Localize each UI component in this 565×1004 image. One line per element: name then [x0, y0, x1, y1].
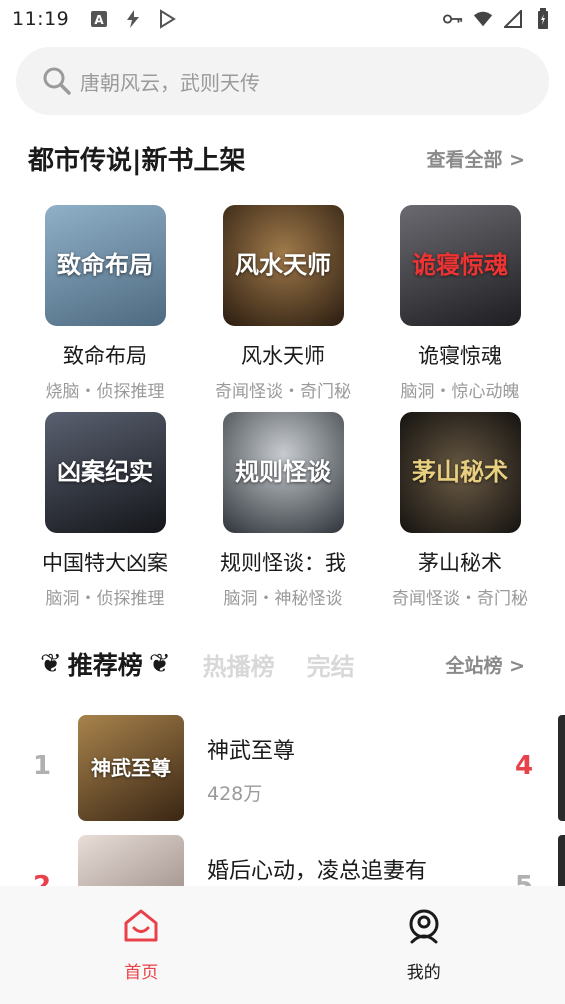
nav-home[interactable]: 首页	[0, 886, 283, 1004]
book-tags: 脑洞・惊心动魄	[400, 382, 520, 402]
cover-title: 茅山秘术	[412, 458, 508, 487]
key-icon	[443, 9, 463, 29]
rank-cover-side[interactable]	[558, 715, 565, 821]
book-title[interactable]: 致命布局	[16, 340, 194, 370]
svg-text:A: A	[95, 13, 105, 27]
book-title[interactable]: 诡寝惊魂	[371, 340, 549, 370]
book-cover[interactable]: 致命布局	[44, 205, 166, 326]
book-title[interactable]: 风水天师	[194, 340, 372, 370]
tab-recommended[interactable]: 推荐榜	[68, 646, 143, 682]
book-title[interactable]: 茅山秘术	[371, 547, 549, 577]
book-title[interactable]: 中国特大凶案	[16, 547, 194, 577]
book-cover[interactable]: 风水天师	[222, 205, 344, 326]
all-rankings-link[interactable]: 全站榜 >	[445, 651, 525, 678]
book-cover[interactable]: 诡寝惊魂	[399, 205, 521, 326]
search-icon	[42, 66, 72, 96]
rank-item[interactable]: 1 神武至尊 神武至尊 428万 4	[0, 715, 565, 821]
rank-count: 428万	[207, 783, 263, 805]
tab-hot[interactable]: 热播榜	[203, 647, 275, 682]
book-card[interactable]: 茅山秘术 茅山秘术 奇闻怪谈・奇门秘	[371, 412, 549, 609]
rank-number-side: 4	[514, 751, 534, 781]
battery-icon	[533, 8, 553, 29]
book-card[interactable]: 凶案纪实 中国特大凶案 脑洞・侦探推理	[16, 412, 194, 609]
cover-title: 神武至尊	[91, 756, 171, 780]
section-header: 都市传说|新书上架 查看全部 >	[28, 138, 525, 178]
book-tags: 脑洞・侦探推理	[45, 589, 165, 609]
search-placeholder: 唐朝风云，武则天传	[80, 70, 260, 95]
status-time: 11:19	[12, 8, 70, 30]
book-tags: 奇闻怪谈・奇门秘	[215, 382, 351, 402]
book-cover[interactable]: 茅山秘术	[399, 412, 521, 533]
book-tags: 奇闻怪谈・奇门秘	[392, 589, 528, 609]
ranking-header: ❦ 推荐榜 ❦ 热播榜 完结 全站榜 >	[40, 640, 525, 688]
rank-title[interactable]: 婚后心动，凌总追妻有	[207, 853, 427, 885]
wifi-icon	[473, 9, 493, 29]
view-all-link[interactable]: 查看全部 >	[426, 145, 525, 172]
signal-icon	[503, 9, 523, 29]
profile-icon	[404, 906, 444, 946]
rank-title[interactable]: 神武至尊	[207, 733, 295, 765]
tab-finished[interactable]: 完结	[307, 647, 355, 682]
section-title: 都市传说|新书上架	[28, 145, 246, 176]
book-tags: 烧脑・侦探推理	[45, 382, 165, 402]
laurel-left-icon: ❦	[40, 649, 62, 679]
nav-mine-label: 我的	[406, 963, 441, 983]
cover-title: 致命布局	[57, 251, 153, 280]
book-card[interactable]: 致命布局 致命布局 烧脑・侦探推理	[16, 205, 194, 402]
search-bar[interactable]: 唐朝风云，武则天传	[16, 47, 549, 115]
play-icon	[157, 9, 177, 29]
status-bar: 11:19 A	[0, 0, 565, 38]
book-card[interactable]: 诡寝惊魂 诡寝惊魂 脑洞・惊心动魄	[371, 205, 549, 402]
book-card[interactable]: 规则怪谈 规则怪谈：我 脑洞・神秘怪谈	[194, 412, 372, 609]
rank-number: 1	[32, 751, 52, 781]
bolt-icon	[123, 9, 143, 29]
book-title[interactable]: 规则怪谈：我	[194, 547, 372, 577]
system-icons	[443, 8, 553, 29]
book-card[interactable]: 风水天师 风水天师 奇闻怪谈・奇门秘	[194, 205, 372, 402]
home-icon	[121, 906, 161, 946]
nav-mine[interactable]: 我的	[283, 886, 565, 1004]
cover-title: 规则怪谈	[235, 458, 331, 487]
rank-cover[interactable]: 神武至尊	[78, 715, 184, 821]
book-tags: 脑洞・神秘怪谈	[223, 589, 343, 609]
app-a-icon: A	[89, 9, 109, 29]
laurel-right-icon: ❦	[148, 649, 171, 679]
book-cover[interactable]: 规则怪谈	[222, 412, 344, 533]
notification-icons: A	[89, 9, 177, 29]
cover-title: 诡寝惊魂	[412, 251, 508, 280]
cover-title: 风水天师	[235, 251, 331, 280]
book-cover[interactable]: 凶案纪实	[44, 412, 166, 533]
nav-home-label: 首页	[124, 963, 159, 983]
bottom-nav: 首页 我的	[0, 886, 565, 1004]
cover-title: 凶案纪实	[57, 458, 153, 487]
